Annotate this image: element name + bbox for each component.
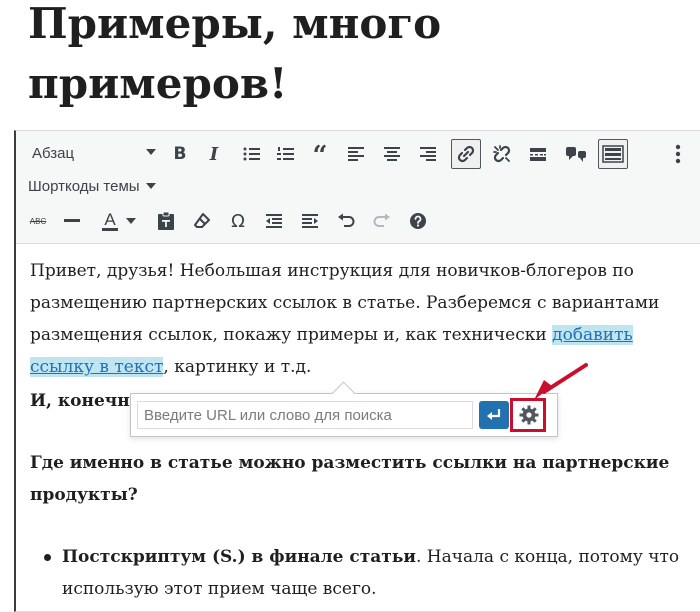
special-character-button[interactable]: Ω — [224, 207, 252, 235]
chevron-down-icon — [145, 183, 156, 189]
chevron-down-icon — [146, 149, 156, 155]
bold-button[interactable]: B — [166, 140, 194, 168]
clear-formatting-icon — [194, 213, 210, 228]
align-center-icon — [384, 147, 400, 161]
url-search-input[interactable] — [137, 401, 473, 429]
bold-icon: B — [173, 144, 187, 164]
enter-icon — [487, 409, 501, 420]
shortcode-icon — [566, 147, 586, 162]
format-select[interactable]: Абзац — [26, 140, 158, 166]
align-left-icon — [348, 147, 364, 161]
editor-toolbar: Абзац B I “ Шорткоды темы ABC A Ω — [16, 131, 700, 244]
text-color-icon: A — [102, 210, 118, 231]
special-char-icon: Ω — [231, 210, 245, 232]
italic-icon: I — [209, 143, 219, 165]
unlink-icon — [493, 145, 511, 163]
read-more-button[interactable] — [524, 140, 552, 168]
chevron-down-icon — [125, 218, 136, 224]
indent-button[interactable] — [296, 207, 324, 235]
horizontal-line-icon — [64, 219, 80, 222]
list-item-bold: Постскриптум (S.) в финале статьи — [62, 547, 416, 567]
outdent-button[interactable] — [260, 207, 288, 235]
apply-link-button[interactable] — [479, 401, 509, 429]
page-title: Примеры, много примеров! — [28, 0, 442, 108]
numbered-list-icon — [277, 147, 294, 160]
link-icon — [457, 145, 475, 163]
paragraph-text: , картинку и т.д. — [163, 357, 312, 377]
align-left-button[interactable] — [342, 140, 370, 168]
paste-text-button[interactable] — [152, 207, 180, 235]
help-icon — [410, 213, 426, 229]
text-color-button[interactable]: A — [94, 207, 144, 235]
paragraph-text: И, конечно — [30, 391, 141, 411]
paste-text-icon — [158, 211, 174, 230]
align-right-button[interactable] — [414, 140, 442, 168]
shortcodes-dropdown[interactable]: Шорткоды темы — [28, 175, 156, 197]
redo-icon — [373, 213, 390, 227]
bullet-list: Постскриптум (S.) в финале статьи. Начал… — [44, 541, 684, 605]
link-button[interactable] — [451, 139, 481, 169]
undo-button[interactable] — [332, 207, 360, 235]
quote-button[interactable]: “ — [306, 140, 334, 171]
toolbar-toggle-icon — [602, 145, 624, 163]
more-options-button[interactable] — [668, 140, 688, 168]
quote-icon: “ — [312, 141, 328, 171]
shortcode-button[interactable] — [560, 140, 592, 168]
more-vertical-icon — [675, 144, 681, 164]
list-item: Постскриптум (S.) в финале статьи. Начал… — [44, 541, 684, 605]
strikethrough-icon: ABC — [29, 216, 47, 226]
bullet-list-icon — [243, 147, 260, 161]
shortcodes-label: Шорткоды темы — [28, 177, 140, 195]
format-select-value: Абзац — [32, 144, 75, 162]
strikethrough-button[interactable]: ABC — [24, 207, 52, 235]
outdent-icon — [266, 214, 282, 228]
unlink-button[interactable] — [488, 140, 516, 168]
horizontal-line-button[interactable] — [58, 207, 86, 235]
help-button[interactable] — [404, 207, 432, 235]
wysiwyg-editor: Абзац B I “ Шорткоды темы ABC A Ω Привет… — [14, 130, 700, 612]
read-more-icon — [530, 148, 546, 161]
bullet-list-button[interactable] — [238, 140, 266, 168]
indent-icon — [302, 214, 318, 228]
clear-formatting-button[interactable] — [188, 207, 216, 235]
undo-icon — [338, 213, 355, 227]
toolbar-toggle-button[interactable] — [598, 139, 628, 169]
bullet-dot — [44, 554, 51, 561]
italic-button[interactable]: I — [200, 140, 228, 168]
paragraph-question: Где именно в статье можно разместить ссы… — [30, 453, 670, 505]
redo-button[interactable] — [368, 207, 396, 235]
numbered-list-button[interactable] — [272, 140, 300, 168]
link-insert-popup — [130, 381, 558, 437]
align-center-button[interactable] — [378, 140, 406, 168]
annotation-arrow-icon — [534, 363, 588, 400]
align-right-icon — [420, 147, 436, 161]
